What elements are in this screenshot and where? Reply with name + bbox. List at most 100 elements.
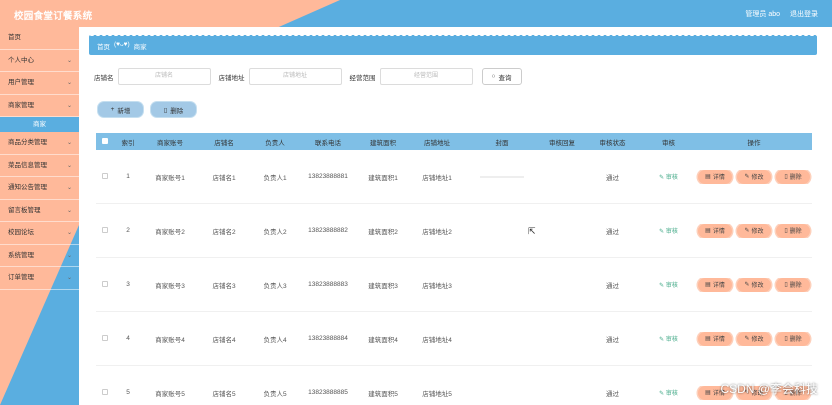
delete-row-button-label: 删除 — [789, 175, 802, 181]
cell-account: 商家账号1 — [155, 174, 185, 182]
sidebar-item[interactable]: 个人中心 ⌄ — [0, 50, 79, 72]
column-header: 联系电话 — [315, 139, 341, 147]
edit-icon: ✎ — [659, 391, 666, 397]
header-user-area: 管理员 abo 退出登录 — [745, 9, 818, 19]
cell-owner: 负责人1 — [263, 174, 287, 182]
sidebar-subitem-merchant[interactable]: 商家 — [0, 117, 79, 132]
audit-link[interactable]: ✎ 审核 — [659, 337, 678, 343]
shop-name-input[interactable]: 店铺名 — [117, 68, 211, 85]
detail-button[interactable]: ▤ 详情 — [698, 169, 732, 184]
breadcrumb-home[interactable]: 首页 — [97, 41, 110, 51]
top-header: 校园食堂订餐系统 管理员 abo 退出登录 — [0, 0, 832, 27]
trash-icon: ▯ — [784, 282, 788, 288]
sidebar-item[interactable]: 商品分类管理 ⌄ — [0, 132, 79, 155]
sidebar-item-label: 用户管理 — [8, 79, 34, 86]
chevron-down-icon: ⌄ — [66, 57, 72, 64]
checkbox[interactable] — [102, 280, 108, 287]
audit-link[interactable]: ✎ 审核 — [659, 283, 678, 289]
delete-row-button[interactable]: ▯ 删除 — [776, 331, 810, 346]
sidebar-item-label: 校园论坛 — [8, 229, 34, 236]
detail-button[interactable]: ▤ 详情 — [698, 277, 732, 292]
column-header: 负责人 — [265, 139, 285, 147]
cell-cover — [464, 175, 540, 178]
row-checkbox-cell[interactable] — [96, 388, 114, 397]
delete-row-button[interactable]: ▯ 删除 — [776, 169, 810, 184]
select-all-checkbox-cell[interactable] — [96, 137, 114, 146]
document-icon: ▤ — [705, 174, 711, 180]
logout-link[interactable]: 退出登录 — [790, 9, 818, 19]
row-actions: ▤ 详情 ✎ 修改 ▯ 删除 — [696, 331, 812, 346]
checkbox[interactable] — [102, 388, 108, 395]
cell-idx: 3 — [126, 281, 130, 288]
table-body: 1 商家账号1 店铺名1 负责人1 13823888881 建筑面积1 店铺地址1 通过 ✎ 审… — [96, 150, 812, 405]
row-checkbox-cell[interactable] — [96, 226, 114, 235]
cell-addr: 店铺地址4 — [422, 336, 452, 344]
sidebar-item-label: 留言板管理 — [8, 206, 41, 214]
document-icon: ▤ — [705, 390, 711, 396]
checkbox[interactable] — [102, 226, 108, 233]
column-header: 索引 — [121, 139, 135, 147]
audit-link-label: 审核 — [665, 337, 678, 343]
add-button[interactable]: + 新增 — [98, 102, 143, 117]
table-row: 3 商家账号3 店铺名3 负责人3 13823888883 建筑面积3 店铺地址3 通过 ✎ 审… — [96, 258, 812, 312]
business-scope-input[interactable]: 经营范围 — [379, 68, 473, 85]
detail-button[interactable]: ▤ 详情 — [698, 331, 732, 346]
audit-link[interactable]: ✎ 审核 — [659, 229, 678, 235]
table-header: 索引 商家账号 店铺名 负责人 联系电话 建筑面积 店铺地址 封面 审核回复 审核状态 审核 操作 — [96, 133, 812, 150]
sidebar-item-label: 菜品信息管理 — [8, 161, 47, 169]
watermark: CSDN @李会科技 — [720, 382, 818, 396]
sidebar-item[interactable]: 校园论坛 ⌄ — [0, 222, 79, 245]
sidebar-item[interactable]: 用户管理 ⌄ — [0, 72, 79, 95]
checkbox[interactable] — [102, 334, 108, 341]
table-row: 1 商家账号1 店铺名1 负责人1 13823888881 建筑面积1 店铺地址1 通过 ✎ 审… — [96, 150, 812, 204]
row-checkbox-cell[interactable] — [96, 334, 114, 343]
search-button-label: 查询 — [498, 74, 512, 82]
cell-status: 通过 — [606, 390, 619, 398]
column-header: 审核 — [662, 139, 675, 147]
row-checkbox-cell[interactable] — [96, 280, 114, 289]
sidebar-item[interactable]: 系统管理 ⌄ — [0, 245, 79, 267]
breadcrumb-current: 商家 — [133, 44, 147, 51]
sidebar-item[interactable]: 留言板管理 ⌄ — [0, 200, 79, 222]
search-button[interactable]: ○ 查询 — [481, 68, 522, 85]
chevron-down-icon: ⌄ — [66, 230, 72, 236]
edit-button[interactable]: ✎ 修改 — [737, 169, 771, 184]
delete-row-button[interactable]: ▯ 删除 — [776, 223, 810, 238]
audit-link-label: 审核 — [665, 229, 678, 235]
sidebar-item[interactable]: 首页 — [0, 27, 79, 50]
delete-button[interactable]: ▯ 删除 — [151, 102, 196, 117]
audit-link[interactable]: ✎ 审核 — [659, 175, 678, 181]
delete-row-button[interactable]: ▯ 删除 — [776, 277, 810, 292]
chevron-down-icon: ⌄ — [66, 275, 72, 281]
sidebar-item[interactable]: 商家管理 ⌄ — [0, 95, 79, 117]
sidebar-item-label: 个人中心 — [8, 56, 34, 64]
trash-icon: ▯ — [163, 106, 168, 114]
cover-image — [480, 175, 524, 178]
checkbox[interactable] — [102, 137, 108, 144]
edit-button[interactable]: ✎ 修改 — [737, 223, 771, 238]
edit-icon: ✎ — [659, 283, 666, 289]
row-checkbox-cell[interactable] — [96, 172, 114, 181]
edit-button[interactable]: ✎ 修改 — [737, 331, 771, 346]
cell-audit: ✎ 审核 — [641, 280, 696, 289]
cell-addr: 店铺地址3 — [422, 282, 452, 290]
checkbox[interactable] — [102, 172, 108, 179]
edit-icon: ✎ — [659, 229, 666, 235]
mouse-cursor-icon: ⇱ — [528, 226, 536, 236]
sidebar-item[interactable]: 订单管理 ⌄ — [0, 267, 79, 290]
cell-phone: 13823888882 — [308, 227, 348, 234]
sidebar-item[interactable]: 菜品信息管理 ⌄ — [0, 155, 79, 177]
search-icon: ○ — [491, 73, 496, 80]
sidebar-item-label: 通知公告管理 — [8, 184, 47, 191]
detail-button[interactable]: ▤ 详情 — [698, 223, 732, 238]
row-actions: ▤ 详情 ✎ 修改 ▯ 删除 — [696, 277, 812, 292]
sidebar-item[interactable]: 通知公告管理 ⌄ — [0, 177, 79, 200]
detail-button-label: 详情 — [712, 283, 725, 289]
search-form: 店铺名 店铺名 店铺地址 店铺地址 经营范围 经营范围 ○ 查询 — [94, 68, 522, 85]
edit-button[interactable]: ✎ 修改 — [737, 277, 771, 292]
shop-address-input[interactable]: 店铺地址 — [248, 68, 342, 85]
sidebar-menu: 首页 个人中心 ⌄ 用户管理 ⌄ 商家管理 ⌄ 商家 商品分类管理 ⌄ 菜品信息管理 ⌄ 通知公告管理 ⌄… — [0, 27, 79, 290]
main-content: 首页 (♥ᴗ♥) 商家 店铺名 店铺名 店铺地址 店铺地址 经营范围 经营范围 … — [79, 27, 832, 405]
audit-link[interactable]: ✎ 审核 — [659, 391, 678, 397]
column-header: 审核状态 — [599, 139, 626, 147]
